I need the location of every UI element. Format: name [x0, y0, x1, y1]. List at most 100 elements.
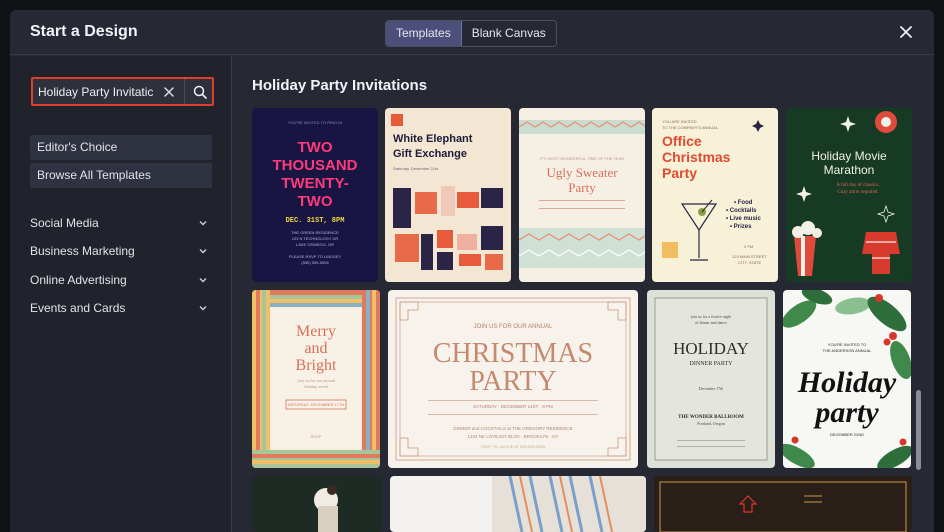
card-text: • Prizes — [730, 224, 752, 230]
card-text: DEC. 31ST, 8PM — [286, 217, 345, 225]
card-text: • Cocktails — [726, 208, 757, 214]
search-divider — [184, 79, 185, 104]
card-text: 2 PM — [744, 244, 753, 249]
browse-all-templates-button[interactable]: Browse All Templates — [30, 163, 212, 188]
search-icon[interactable] — [192, 84, 208, 100]
card-text: CITY, STATE — [738, 260, 761, 265]
mode-toggle: Templates Blank Canvas — [385, 20, 557, 47]
category-label: Business Marketing — [30, 244, 135, 258]
start-design-modal: Start a Design Templates Blank Canvas Ho… — [10, 10, 934, 532]
card-text: 123 N TECHNOLOGY DR — [292, 236, 339, 241]
card-text: White Elephant — [393, 133, 473, 145]
template-thumbnail — [252, 476, 382, 532]
card-text: Holiday event — [304, 384, 329, 389]
template-thumbnail: YOU'RE INVITED TO THE ANDERSON ANNUAL Ho… — [783, 290, 911, 468]
card-text: PARTY — [469, 366, 557, 397]
card-text: Saturday, December 21st — [393, 166, 439, 171]
card-text: Join us for our annual — [297, 378, 336, 383]
category-online-advertising[interactable]: Online Advertising — [30, 273, 208, 291]
card-text: (555) 555-5555 — [301, 260, 329, 265]
template-card-white-elephant[interactable]: White Elephant Gift Exchange Saturday, D… — [385, 108, 511, 282]
card-text: Ugly Sweater — [546, 165, 618, 180]
card-text: 1234 NE LOVEJOY BLVD · BROOKLYN · NY — [467, 434, 558, 439]
template-thumbnail — [390, 476, 646, 532]
card-text: A full day of classics, — [836, 183, 879, 188]
modal-title: Start a Design — [30, 23, 138, 40]
template-card-holiday-movie[interactable]: Holiday Movie Marathon A full day of cla… — [786, 108, 912, 282]
category-label: Social Media — [30, 216, 99, 230]
card-text: YOU ARE INVITED — [662, 119, 697, 124]
card-text: Party — [662, 165, 697, 181]
template-thumbnail: Holiday Movie Marathon A full day of cla… — [786, 108, 912, 282]
card-text: THOUSAND — [273, 157, 358, 174]
card-text: Office — [662, 133, 702, 149]
template-card-row3-a[interactable] — [252, 476, 382, 532]
template-thumbnail: White Elephant Gift Exchange Saturday, D… — [385, 108, 511, 282]
card-text: YOU'RE INVITED TO — [828, 342, 866, 347]
category-business-marketing[interactable]: Business Marketing — [30, 244, 208, 262]
template-card-office-christmas[interactable]: YOU ARE INVITED TO THE COMPANY'S ANNUAL … — [652, 108, 778, 282]
card-text: THE WONDER BALLROOM — [678, 415, 744, 420]
template-thumbnail: JOIN US FOR OUR ANNUAL CHRISTMAS PARTY S… — [388, 290, 638, 468]
template-thumbnail: Merry and Bright Join us for our annual … — [252, 290, 380, 468]
card-text: Holiday — [797, 366, 897, 399]
card-text: Merry — [296, 323, 336, 340]
card-text: RSVP — [311, 434, 322, 439]
card-text: Gift Exchange — [393, 148, 467, 160]
template-card-holiday-dinner[interactable]: join us for a festive night of dinner an… — [647, 290, 775, 468]
card-text: party — [812, 396, 879, 429]
modal-header: Start a Design Templates Blank Canvas — [10, 10, 934, 55]
card-text: Marathon — [824, 163, 875, 177]
template-card-row3-c[interactable] — [654, 476, 912, 532]
card-text: THE ANDERSON ANNUAL — [823, 348, 872, 353]
template-card-holiday-party-script[interactable]: YOU'RE INVITED TO THE ANDERSON ANNUAL Ho… — [783, 290, 911, 468]
chevron-down-icon — [199, 221, 207, 226]
results-title: Holiday Party Invitations — [252, 77, 428, 94]
template-card-row3-b[interactable] — [390, 476, 646, 532]
editors-choice-button[interactable]: Editor's Choice — [30, 135, 212, 160]
chevron-down-icon — [199, 249, 207, 254]
template-thumbnail: YOU ARE INVITED TO THE COMPANY'S ANNUAL … — [652, 108, 778, 282]
close-icon[interactable] — [161, 84, 177, 100]
card-text: Holiday Movie — [811, 149, 887, 163]
template-card-ugly-sweater[interactable]: IT'S MOST WONDERFUL TIME OF THE YEAR Ugl… — [519, 108, 645, 282]
card-text: 123 MAIN STREET — [732, 254, 767, 259]
card-text: TO THE COMPANY'S ANNUAL — [662, 125, 719, 130]
card-text: PLEASE RSVP TO LINDSEY — [289, 254, 342, 259]
card-text: of dinner and dance — [695, 320, 727, 325]
scrollbar-thumb[interactable] — [916, 390, 921, 470]
card-text: DINNER PARTY — [690, 361, 734, 367]
card-text: Christmas — [662, 149, 731, 165]
card-text: THE GREEN RESIDENCE — [291, 230, 339, 235]
card-text: and — [304, 340, 327, 357]
card-text: December 17th — [699, 386, 724, 391]
chevron-down-icon — [199, 306, 207, 311]
chevron-down-icon — [199, 278, 207, 283]
category-events-and-cards[interactable]: Events and Cards — [30, 301, 208, 319]
card-text: JOIN US FOR OUR ANNUAL — [474, 324, 553, 330]
template-card-two-thousand-twenty-two[interactable]: YOU'RE INVITED TO RING IN TWO THOUSAND T… — [252, 108, 378, 282]
template-card-christmas-party[interactable]: JOIN US FOR OUR ANNUAL CHRISTMAS PARTY S… — [388, 290, 638, 468]
tab-templates[interactable]: Templates — [386, 21, 462, 46]
card-text: Bright — [296, 357, 337, 374]
card-text: join us for a festive night — [690, 314, 732, 319]
category-label: Online Advertising — [30, 273, 127, 287]
tab-blank-canvas[interactable]: Blank Canvas — [462, 21, 556, 46]
template-thumbnail: YOU'RE INVITED TO RING IN TWO THOUSAND T… — [252, 108, 378, 282]
search-input[interactable]: Holiday Party Invitatic — [33, 85, 153, 99]
template-card-merry-bright[interactable]: Merry and Bright Join us for our annual … — [252, 290, 380, 468]
card-text: • Live music — [726, 216, 761, 222]
card-text: HOLIDAY — [673, 339, 749, 358]
category-social-media[interactable]: Social Media — [30, 216, 208, 234]
close-icon[interactable] — [898, 24, 914, 40]
card-text: CHRISTMAS — [433, 338, 593, 369]
sidebar: Holiday Party Invitatic Editor's Choice … — [10, 56, 232, 532]
card-text: TWO — [298, 139, 333, 156]
category-label: Events and Cards — [30, 301, 126, 315]
template-thumbnail: IT'S MOST WONDERFUL TIME OF THE YEAR Ugl… — [519, 108, 645, 282]
search-box: Holiday Party Invitatic — [31, 77, 214, 106]
template-thumbnail — [654, 476, 912, 532]
card-text: YOU'RE INVITED TO RING IN — [288, 120, 343, 125]
card-text: SATURDAY · DECEMBER 14ST · 8 PM — [473, 404, 553, 409]
template-thumbnail: join us for a festive night of dinner an… — [647, 290, 775, 468]
